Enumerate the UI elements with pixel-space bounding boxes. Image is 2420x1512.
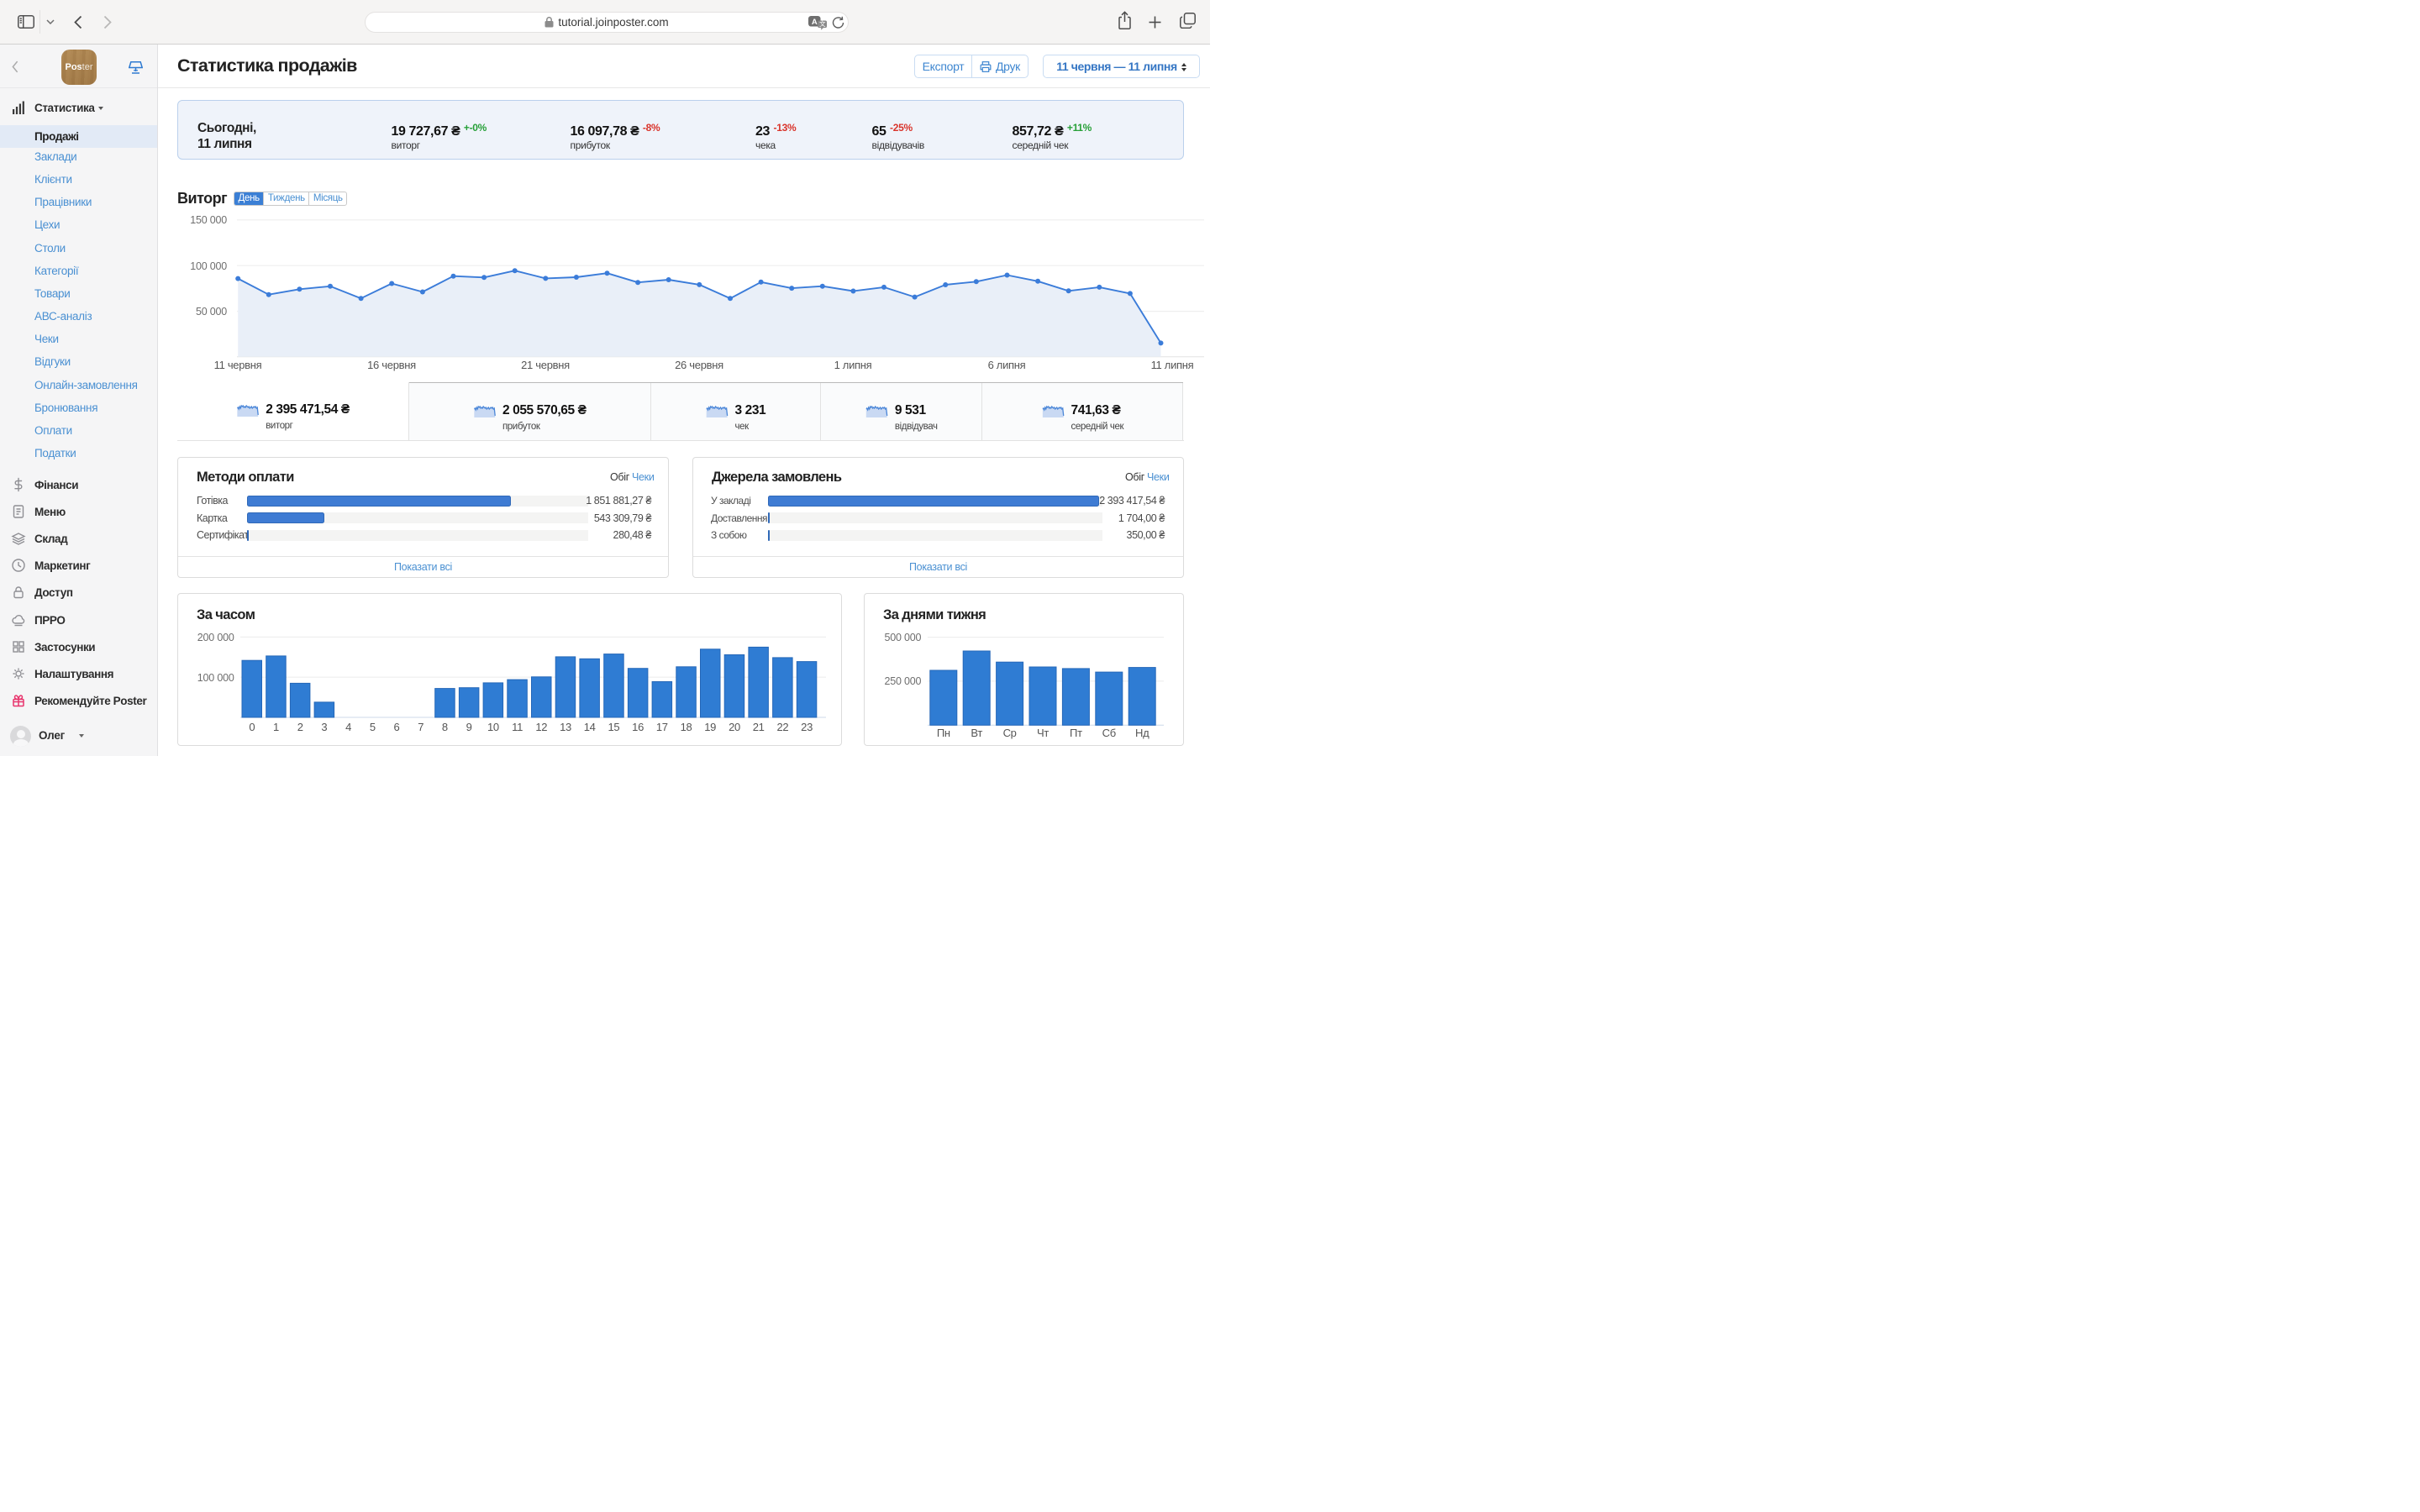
svg-text:A: A (812, 18, 818, 27)
svg-text:文: 文 (819, 19, 826, 28)
